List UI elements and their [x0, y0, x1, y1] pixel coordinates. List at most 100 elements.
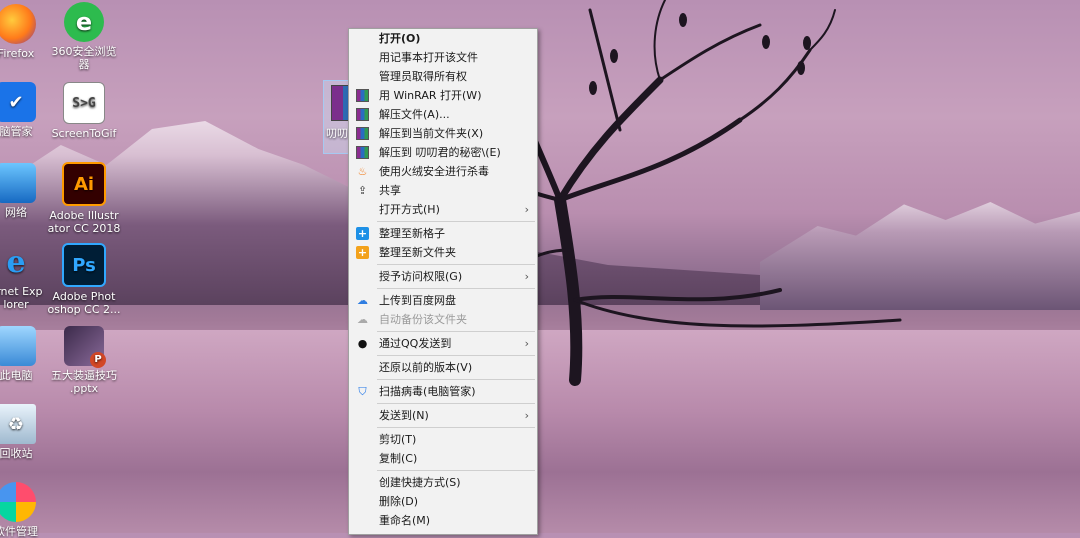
menu-item-huorong-scan[interactable]: ♨ 使用火绒安全进行杀毒 [349, 162, 537, 181]
desktop-icon-pptx-file[interactable]: P 五大装逼技巧 .pptx [46, 326, 122, 395]
menu-item-restore-previous[interactable]: 还原以前的版本(V) [349, 358, 537, 377]
menu-item-label: 解压文件(A)... [379, 108, 450, 121]
menu-item-cut[interactable]: 剪切(T) [349, 430, 537, 449]
wallpaper-tree [478, 0, 1060, 420]
menu-item-label: 创建快捷方式(S) [379, 476, 461, 489]
winrar-icon [356, 127, 369, 140]
menu-item-share[interactable]: ⇪ 共享 [349, 181, 537, 200]
menu-item-label: 整理至新格子 [379, 227, 445, 240]
menu-item-extract-to-folder[interactable]: 解压到 叨叨君的秘密\(E) [349, 143, 537, 162]
menu-item-open-with[interactable]: 打开方式(H) › [349, 200, 537, 219]
menu-item-label: 还原以前的版本(V) [379, 361, 473, 374]
desktop-icon-label: ScreenToGif [51, 127, 117, 140]
menu-item-label: 复制(C) [379, 452, 418, 465]
menu-item-label: 打开(O) [379, 32, 421, 45]
desktop-icon-software-manager[interactable]: 软件管理 [0, 482, 54, 538]
menu-item-upload-baidu[interactable]: ☁ 上传到百度网盘 [349, 291, 537, 310]
desktop-icon-photoshop[interactable]: Ps Adobe Phot oshop CC 2... [46, 243, 122, 316]
menu-item-send-to[interactable]: 发送到(N) › [349, 406, 537, 425]
menu-separator [377, 403, 535, 404]
chevron-right-icon: › [524, 270, 529, 283]
powerpoint-badge: P [90, 352, 106, 368]
menu-separator [377, 427, 535, 428]
context-menu: 打开(O) 用记事本打开该文件 管理员取得所有权 用 WinRAR 打开(W) … [348, 28, 538, 535]
menu-item-label: 授予访问权限(G) [379, 270, 463, 283]
menu-item-label: 删除(D) [379, 495, 419, 508]
menu-item-extract-here[interactable]: 解压到当前文件夹(X) [349, 124, 537, 143]
menu-separator [377, 264, 535, 265]
menu-item-organize-new-folder[interactable]: + 整理至新文件夹 [349, 243, 537, 262]
menu-item-auto-backup: ☁ 自动备份该文件夹 [349, 310, 537, 329]
winrar-icon [356, 146, 369, 159]
computer-icon [0, 326, 36, 366]
menu-item-label: 扫描病毒(电脑管家) [379, 385, 476, 398]
menu-separator [377, 470, 535, 471]
software-manager-icon [0, 482, 36, 522]
menu-item-label: 重命名(M) [379, 514, 431, 527]
folder-orange-icon: + [356, 246, 369, 259]
menu-item-label: 解压到当前文件夹(X) [379, 127, 484, 140]
menu-separator [377, 379, 535, 380]
desktop-icon-label: Adobe Illustr ator CC 2018 [47, 209, 121, 235]
desktop-icon-label: 五大装逼技巧 .pptx [51, 369, 117, 395]
menu-item-label: 通过QQ发送到 [379, 337, 452, 350]
desktop-icon-recycle-bin[interactable]: ♻ 回收站 [0, 404, 54, 460]
recycle-bin-icon: ♻ [0, 404, 36, 444]
menu-item-open[interactable]: 打开(O) [349, 29, 537, 48]
menu-item-label: 打开方式(H) [379, 203, 440, 216]
winrar-icon [356, 108, 369, 121]
menu-item-label: 剪切(T) [379, 433, 417, 446]
menu-item-label: 解压到 叨叨君的秘密\(E) [379, 146, 501, 159]
internet-explorer-icon: e [6, 244, 26, 280]
share-icon: ⇪ [357, 184, 368, 197]
menu-separator [377, 355, 535, 356]
baidu-cloud-icon: ☁ [357, 313, 368, 326]
menu-item-organize-new-grid[interactable]: + 整理至新格子 [349, 224, 537, 243]
desktop-icon-360-browser[interactable]: e 360安全浏览 器 [46, 2, 122, 71]
menu-item-label: 管理员取得所有权 [379, 70, 467, 83]
chevron-right-icon: › [524, 203, 529, 216]
desktop-icon-screentogif[interactable]: S>G ScreenToGif [46, 82, 122, 140]
grid-blue-icon: + [356, 227, 369, 240]
menu-item-grant-access[interactable]: 授予访问权限(G) › [349, 267, 537, 286]
desktop-icon-label: Adobe Phot oshop CC 2... [47, 290, 121, 316]
menu-separator [377, 221, 535, 222]
menu-item-send-via-qq[interactable]: ● 通过QQ发送到 › [349, 334, 537, 353]
screentogif-icon: S>G [63, 82, 105, 124]
menu-item-label: 上传到百度网盘 [379, 294, 456, 307]
menu-separator [377, 331, 535, 332]
desktop-icon-label: 回收站 [0, 447, 33, 460]
illustrator-icon: Ai [62, 162, 106, 206]
browser-360-icon: e [64, 2, 104, 42]
desktop-icon-label: 360安全浏览 器 [51, 45, 117, 71]
desktop-icon-label: 软件管理 [0, 525, 38, 538]
firefox-icon [0, 4, 36, 44]
menu-item-rename[interactable]: 重命名(M) [349, 511, 537, 530]
baidu-cloud-icon: ☁ [357, 294, 368, 307]
shield-icon: ⛉ [358, 385, 367, 398]
menu-item-scan-virus[interactable]: ⛉ 扫描病毒(电脑管家) [349, 382, 537, 401]
menu-separator [377, 288, 535, 289]
menu-item-copy[interactable]: 复制(C) [349, 449, 537, 468]
menu-item-label: 发送到(N) [379, 409, 429, 422]
photoshop-icon: Ps [62, 243, 106, 287]
flame-icon: ♨ [357, 165, 368, 178]
menu-item-create-shortcut[interactable]: 创建快捷方式(S) [349, 473, 537, 492]
powerpoint-file-icon: P [64, 326, 106, 368]
menu-item-label: 使用火绒安全进行杀毒 [379, 165, 489, 178]
menu-item-delete[interactable]: 删除(D) [349, 492, 537, 511]
menu-item-take-ownership[interactable]: 管理员取得所有权 [349, 67, 537, 86]
menu-item-label: 共享 [379, 184, 401, 197]
desktop-icon-illustrator[interactable]: Ai Adobe Illustr ator CC 2018 [46, 162, 122, 235]
winrar-icon [356, 89, 369, 102]
qq-penguin-icon: ● [357, 337, 368, 350]
menu-item-extract-files[interactable]: 解压文件(A)... [349, 105, 537, 124]
menu-item-open-with-notepad[interactable]: 用记事本打开该文件 [349, 48, 537, 67]
menu-item-label: 自动备份该文件夹 [379, 313, 467, 326]
menu-item-open-with-winrar[interactable]: 用 WinRAR 打开(W) [349, 86, 537, 105]
chevron-right-icon: › [524, 409, 529, 422]
shield-icon: ✔ [0, 82, 36, 122]
menu-item-label: 用 WinRAR 打开(W) [379, 89, 482, 102]
chevron-right-icon: › [524, 337, 529, 350]
menu-item-label: 用记事本打开该文件 [379, 51, 478, 64]
